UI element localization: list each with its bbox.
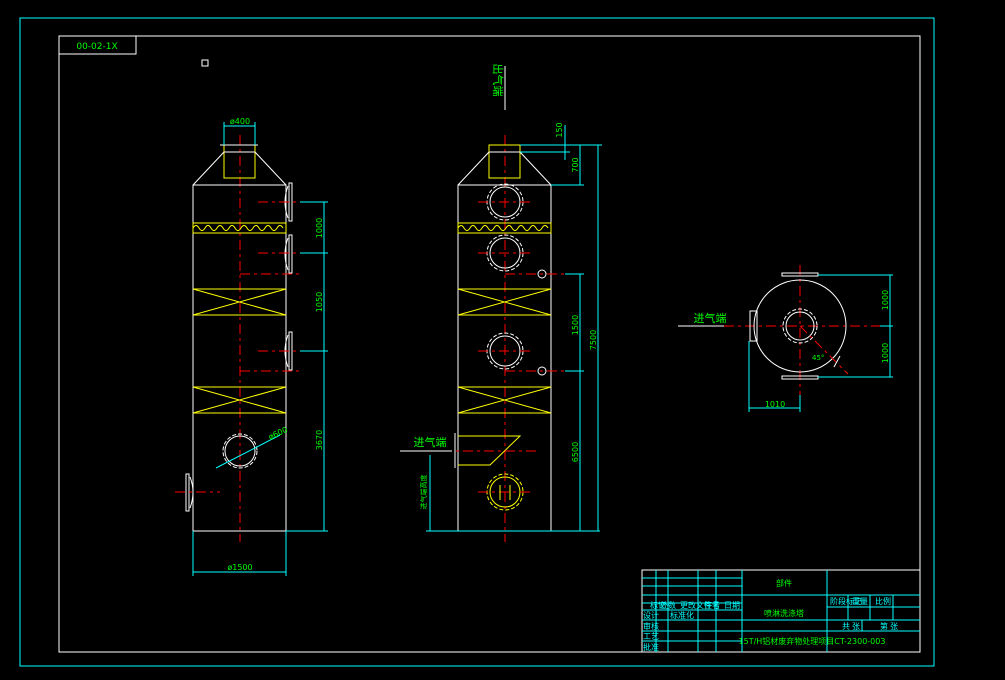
tb-label: 共 bbox=[842, 622, 850, 631]
dim-mid: 1500 bbox=[571, 315, 580, 335]
side-nozzles bbox=[240, 182, 320, 372]
drawing-border bbox=[58, 35, 921, 653]
tb-label: 张 bbox=[852, 622, 860, 631]
angle-label: 45° bbox=[812, 354, 824, 362]
top-inlet-label: 进气端 bbox=[694, 311, 727, 325]
dim-total: 7500 bbox=[589, 330, 598, 350]
tb-label: 处数 bbox=[660, 600, 676, 610]
title-block: 部件 喷淋洗涤塔 15T/H铝材废弃物处理项目CT-2300-003 标记 处数… bbox=[641, 569, 921, 653]
inlet-nozzle-left bbox=[175, 473, 220, 512]
dim-top-dia: ø400 bbox=[230, 117, 250, 126]
dim-bottom-dia: ø1500 bbox=[227, 563, 252, 572]
dim-inlet-height: 进气端高度 bbox=[419, 475, 428, 510]
dim-2: 1050 bbox=[315, 292, 324, 312]
dim-upper: 1000 bbox=[881, 290, 890, 310]
top-view: 45° 进气端 1000 1000 1010 bbox=[678, 265, 893, 412]
tb-label: 签名 bbox=[704, 600, 720, 610]
tb-label: 审核 bbox=[643, 621, 659, 631]
dim-cone: 700 bbox=[571, 157, 580, 172]
code-box-text: 00-02-1X bbox=[76, 42, 117, 52]
tb-label: 重量 bbox=[852, 596, 868, 606]
part-label: 部件 bbox=[776, 578, 792, 588]
tb-label: 批准 bbox=[643, 642, 659, 652]
dim-lower: 6500 bbox=[571, 442, 580, 462]
dim-top: 150 bbox=[555, 122, 564, 137]
front-view: 出气端 进气端 进气端高度 150 700 1500 7500 6500 bbox=[400, 64, 602, 542]
tb-label: 第 bbox=[880, 621, 888, 631]
inlet-label: 进气端 bbox=[414, 435, 447, 449]
marker-square bbox=[201, 59, 209, 67]
tb-label: 日期 bbox=[724, 601, 740, 610]
tb-label: 张 bbox=[890, 622, 898, 631]
tb-label: 设计 bbox=[643, 610, 659, 620]
dim-lower: 1000 bbox=[881, 343, 890, 363]
left-view: ø600 ø400 ø1500 1000 1050 3670 bbox=[175, 117, 328, 576]
drawing-name: 喷淋洗涤塔 bbox=[764, 608, 804, 618]
dim-horizontal: 1010 bbox=[765, 400, 785, 409]
outer-frame bbox=[19, 17, 935, 667]
dim-1: 1000 bbox=[315, 218, 324, 238]
project-name: 15T/H铝材废弃物处理项目CT-2300-003 bbox=[739, 636, 886, 646]
tb-label: 工艺 bbox=[643, 632, 659, 641]
tb-label: 比例 bbox=[875, 596, 891, 606]
tb-label: 标准化 bbox=[670, 610, 694, 620]
dim-3: 3670 bbox=[315, 430, 324, 450]
cad-drawing: 00-02-1X ø600 ø400 ø1500 1000 1050 3670 … bbox=[19, 17, 935, 667]
outlet-label: 出气端 bbox=[491, 64, 505, 97]
